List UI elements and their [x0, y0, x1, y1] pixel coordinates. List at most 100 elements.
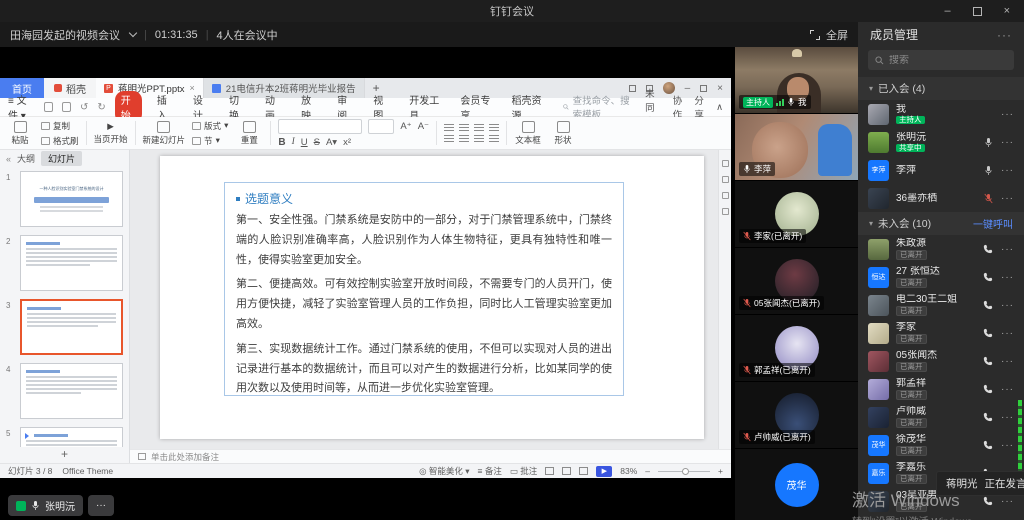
more-icon[interactable]: ···: [1001, 109, 1014, 120]
phone-icon[interactable]: [983, 384, 993, 394]
undo-icon[interactable]: ↺: [80, 102, 88, 113]
collapse-ribbon-icon[interactable]: ∧: [716, 102, 723, 113]
member-row[interactable]: 朱政源 已离开 ···: [858, 235, 1024, 263]
maximize-icon[interactable]: [973, 7, 982, 16]
search-input[interactable]: [889, 55, 1007, 66]
play-from-current-button[interactable]: ▶ 当页开始: [94, 121, 128, 145]
phone-icon[interactable]: [983, 356, 993, 366]
line-spacing-icon[interactable]: [489, 135, 499, 143]
save-icon[interactable]: [44, 102, 53, 112]
font-color-button[interactable]: A▾: [326, 137, 337, 148]
zoom-level[interactable]: 83%: [620, 466, 637, 476]
italic-button[interactable]: I: [292, 137, 295, 147]
joined-section-header[interactable]: ▾ 已入会 (4): [858, 77, 1024, 100]
member-row[interactable]: 36墨亦栖 ···: [858, 184, 1024, 212]
more-icon[interactable]: ···: [1001, 496, 1014, 507]
member-row[interactable]: 茂华 徐茂华 已离开 ···: [858, 431, 1024, 459]
member-row[interactable]: 李家 已离开 ···: [858, 319, 1024, 347]
slide-thumb-3-selected[interactable]: 3: [6, 299, 123, 355]
phone-icon[interactable]: [983, 244, 993, 254]
member-row[interactable]: 李萍 李萍 ···: [858, 156, 1024, 184]
shape-button[interactable]: 形状: [549, 121, 577, 146]
slides-tab[interactable]: 幻灯片: [41, 151, 82, 166]
properties-icon[interactable]: [722, 160, 729, 167]
member-row[interactable]: 郭孟祥 已离开 ···: [858, 375, 1024, 403]
paste-button[interactable]: 粘贴: [6, 121, 34, 146]
phone-icon[interactable]: [983, 328, 993, 338]
more-icon[interactable]: ···: [1001, 328, 1014, 339]
slide-thumb-5[interactable]: 5: [6, 427, 123, 447]
more-icon[interactable]: ···: [1001, 244, 1014, 255]
phone-icon[interactable]: [983, 412, 993, 422]
member-row[interactable]: 卢帅威 已离开 ···: [858, 403, 1024, 431]
format-painter-button[interactable]: 格式刷: [41, 135, 79, 147]
superscript-button[interactable]: x²: [343, 137, 351, 148]
new-slide-button[interactable]: 新建幻灯片: [143, 121, 186, 146]
add-slide-button[interactable]: +: [0, 447, 129, 463]
redo-icon[interactable]: ↻: [97, 102, 105, 113]
split-view-icon[interactable]: [629, 85, 636, 92]
member-row[interactable]: 我 主持人 ···: [858, 100, 1024, 128]
mic-muted-icon[interactable]: [984, 193, 993, 204]
notes-bar[interactable]: 单击此处添加备注: [130, 449, 731, 463]
more-icon[interactable]: ···: [1001, 137, 1014, 148]
wps-docer-tab[interactable]: 稻壳: [44, 78, 96, 98]
indent-increase-icon[interactable]: [489, 124, 499, 132]
sharer-pill[interactable]: 张明沅: [8, 495, 83, 516]
bullet-list-icon[interactable]: [444, 124, 454, 132]
slide-thumb-2[interactable]: 2: [6, 235, 123, 291]
more-icon[interactable]: ···: [1001, 412, 1014, 423]
textbox-button[interactable]: 文本框: [514, 121, 542, 146]
video-tile-xumaohua[interactable]: 茂华: [735, 449, 858, 520]
phone-icon[interactable]: [983, 440, 993, 450]
video-tile-lushuaiwei[interactable]: 卢帅威(已离开): [735, 382, 858, 449]
align-right-icon[interactable]: [474, 135, 484, 143]
member-row[interactable]: 张明沅 共享中 ···: [858, 128, 1024, 156]
underline-button[interactable]: U: [301, 137, 308, 148]
indent-decrease-icon[interactable]: [474, 124, 484, 132]
call-all-link[interactable]: 一键呼叫: [973, 216, 1013, 231]
design-pane-icon[interactable]: [722, 192, 729, 199]
phone-icon[interactable]: [983, 300, 993, 310]
layout-button[interactable]: 版式 ▾: [192, 120, 228, 132]
sorter-view-icon[interactable]: [562, 467, 571, 475]
zoom-out-button[interactable]: –: [645, 466, 650, 476]
fullscreen-button[interactable]: 全屏: [810, 27, 848, 43]
not-joined-section-header[interactable]: ▾ 未入会 (10) 一键呼叫: [858, 212, 1024, 235]
beautify-button[interactable]: ◎ 智能美化 ▾: [419, 465, 469, 477]
notes-toggle[interactable]: ≡ 备注: [478, 465, 502, 477]
font-family-select[interactable]: [278, 119, 362, 134]
section-button[interactable]: 节 ▾: [192, 135, 228, 147]
video-tile-liping[interactable]: 李萍: [735, 114, 858, 181]
more-icon[interactable]: ···: [1001, 165, 1014, 176]
video-tile-zhangwenjie[interactable]: 05张闻杰(已离开): [735, 248, 858, 315]
print-icon[interactable]: [62, 102, 71, 112]
phone-icon[interactable]: [983, 496, 993, 506]
align-left-icon[interactable]: [444, 135, 454, 143]
comments-toggle[interactable]: ▭ 批注: [510, 465, 537, 477]
more-icon[interactable]: ···: [1001, 272, 1014, 283]
decrease-font-icon[interactable]: A⁻: [418, 121, 429, 132]
outline-tab[interactable]: 大纲: [17, 152, 35, 165]
slide-thumb-1[interactable]: 1 一种人脸识别实验室门禁系统的设计: [6, 171, 123, 227]
phone-icon[interactable]: [983, 272, 993, 282]
slide-canvas[interactable]: 选题意义 第一、安全性强。门禁系统是安防中的一部分，对于门禁管理系统中，门禁终端…: [130, 150, 718, 449]
mic-icon[interactable]: [984, 137, 993, 148]
slide-textbox[interactable]: 选题意义 第一、安全性强。门禁系统是安防中的一部分，对于门禁管理系统中，门禁终端…: [224, 182, 624, 396]
more-icon[interactable]: ···: [1001, 193, 1014, 204]
panel-more-button[interactable]: ···: [997, 28, 1012, 42]
current-slide[interactable]: 选题意义 第一、安全性强。门禁系统是安防中的一部分，对于门禁管理系统中，门禁终端…: [160, 156, 704, 439]
video-tile-lijia[interactable]: 李家(已离开): [735, 181, 858, 248]
strike-button[interactable]: S: [314, 137, 320, 148]
share-more-button[interactable]: ···: [88, 495, 114, 516]
reset-button[interactable]: 重置: [235, 121, 263, 146]
align-center-icon[interactable]: [459, 135, 469, 143]
bold-button[interactable]: B: [278, 137, 285, 148]
zoom-in-button[interactable]: +: [718, 466, 723, 476]
member-row[interactable]: 电二30王二姐 已离开 ···: [858, 291, 1024, 319]
close-icon[interactable]: ×: [1004, 6, 1010, 17]
zoom-slider-knob[interactable]: [682, 468, 689, 475]
slideshow-play-button[interactable]: ▶: [596, 466, 612, 477]
number-list-icon[interactable]: [459, 124, 469, 132]
video-tile-me[interactable]: 主持人 我: [735, 47, 858, 114]
